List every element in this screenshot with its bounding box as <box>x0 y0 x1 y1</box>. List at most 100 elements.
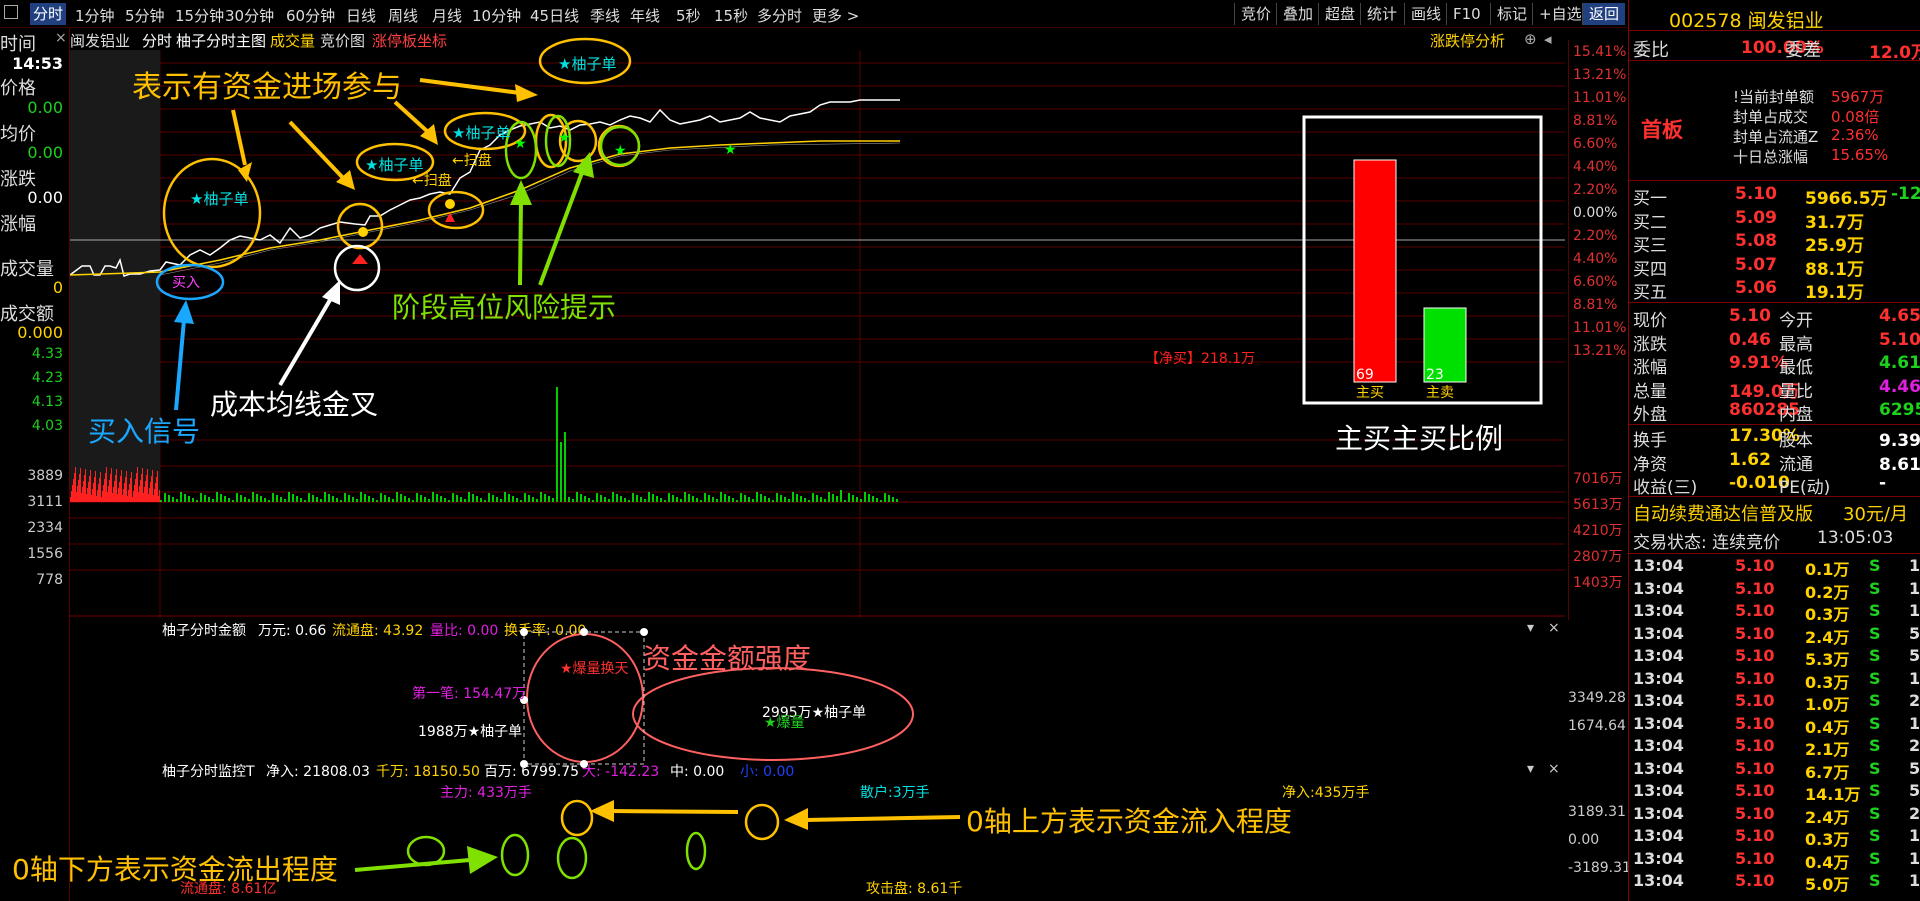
bid-vol: 88.1万 <box>1805 259 1864 280</box>
svg-text:★: ★ <box>614 143 627 159</box>
tick-v: 2.4万 <box>1805 627 1850 647</box>
tick-p: 5.10 <box>1735 646 1775 665</box>
annotation-strength: 资金金额强度 <box>643 642 812 675</box>
stock-code-name: 002578 闽发铝业 <box>1669 10 1824 32</box>
seal-label: 封单占成交 <box>1733 108 1809 126</box>
bid-label: 买一 <box>1633 189 1667 209</box>
tick-v: 0.4万 <box>1805 852 1850 872</box>
tick-row: 13:04 5.10 0.4万 S 1 <box>1629 849 1920 872</box>
seal-value: 2.36% <box>1831 126 1879 144</box>
tick-s: S <box>1869 668 1881 688</box>
tick-v: 0.3万 <box>1805 605 1850 624</box>
tick-n: 5 <box>1909 646 1920 665</box>
quote-l1: 涨幅 <box>1633 358 1667 378</box>
tick-s: S <box>1869 556 1881 575</box>
youzidan-label-3: ★柚子单 <box>452 124 511 142</box>
ad-price[interactable]: 30元/月 <box>1843 500 1908 526</box>
bid-label: 买四 <box>1633 259 1667 280</box>
tick-row: 13:04 5.10 0.3万 S 1 <box>1629 668 1920 692</box>
bid-label: 买二 <box>1633 212 1667 233</box>
buy-in-label: 买入 <box>172 275 200 291</box>
ratio-box <box>1302 115 1543 405</box>
quote-v2: 8.61亿 <box>1879 454 1920 475</box>
tick-row: 13:04 5.10 2.4万 S 5 <box>1629 623 1920 647</box>
seal-label: 十日总涨幅 <box>1733 148 1809 166</box>
tick-row: 13:04 5.10 6.7万 S 5 <box>1629 759 1920 782</box>
seal-label: !当前封单额 <box>1733 88 1815 106</box>
quote-l1: 收益(三) <box>1633 478 1698 498</box>
quote-v1: 1.62 <box>1729 449 1771 470</box>
bid-vol: 5966.5万 <box>1805 189 1888 209</box>
tick-n: 5 <box>1909 623 1920 643</box>
tick-t: 13:04 <box>1633 556 1684 575</box>
tick-row: 13:04 5.10 14.1万 S 5 <box>1629 781 1920 804</box>
big-volume-label: ★爆量换天 <box>560 661 629 677</box>
tick-p: 5.10 <box>1735 803 1775 823</box>
ad-banner[interactable]: 自动续费通达信普及版 <box>1633 500 1813 526</box>
amount-label-1: 1988万★柚子单 <box>418 724 523 740</box>
annotation-ratio: 主买主买比例 <box>1335 422 1504 455</box>
saopan-label-2: ←扫盘 <box>452 153 492 169</box>
quote-l2: 流通 <box>1779 454 1813 475</box>
tick-s: S <box>1869 578 1881 598</box>
bid-vol: 19.1万 <box>1805 283 1864 303</box>
annotation-risk: 阶段高位风险提示 <box>392 291 617 324</box>
annotation-capital-entry: 表示有资金进场参与 <box>132 70 402 105</box>
tick-v: 5.0万 <box>1805 875 1850 894</box>
seal-label: 封单占流通Z <box>1733 128 1819 146</box>
tick-row: 13:04 5.10 5.3万 S 5 <box>1629 646 1920 669</box>
tick-n: 1 <box>1909 871 1920 890</box>
tick-s: S <box>1869 646 1881 665</box>
tick-row: 13:04 5.10 2.4万 S 2 <box>1629 803 1920 827</box>
quote-panel: 002578 闽发铝业 委比 100.00% 委差 12.0万 首板 !当前封单… <box>1628 0 1920 901</box>
ratio-buy-bar-label: 主买 <box>1356 385 1384 401</box>
seal-value: 15.65% <box>1831 146 1889 164</box>
ratio-sell-bar-value: 23 <box>1426 367 1444 383</box>
bid-price: 5.07 <box>1735 254 1777 275</box>
tick-row: 13:04 5.10 1.0万 S 2 <box>1629 691 1920 714</box>
tick-p: 5.10 <box>1735 556 1775 575</box>
tick-row: 13:04 5.10 5.0万 S 1 <box>1629 871 1920 894</box>
trade-status: 交易状态: 连续竞价 <box>1633 533 1781 553</box>
quote-l1: 外盘 <box>1633 405 1667 425</box>
tick-s: S <box>1869 623 1881 643</box>
quote-l2: 股本 <box>1779 431 1813 451</box>
quote-v2: 4.61 <box>1879 353 1920 373</box>
tick-t: 13:04 <box>1633 781 1684 800</box>
bid-price: 5.06 <box>1735 278 1777 298</box>
quote-l1: 换手 <box>1633 431 1667 451</box>
bid-vol: 31.7万 <box>1805 212 1864 233</box>
tick-n: 1 <box>1909 713 1920 733</box>
quote-l1: 总量 <box>1633 381 1667 402</box>
tick-p: 5.10 <box>1735 781 1775 800</box>
tick-p: 5.10 <box>1735 623 1775 643</box>
quote-v2: 4.65 <box>1879 306 1920 326</box>
weicha-label: 委差 <box>1785 40 1821 61</box>
tick-n: 1 <box>1909 578 1920 598</box>
tick-t: 13:04 <box>1633 826 1684 845</box>
tick-v: 0.2万 <box>1805 582 1850 602</box>
tick-s: S <box>1869 781 1881 800</box>
quote-v1: 0.46 <box>1729 329 1771 350</box>
quote-l1: 涨跌 <box>1633 334 1667 355</box>
quote-l2: 量比 <box>1779 381 1813 402</box>
quote-l2: PE(动) <box>1779 478 1831 498</box>
tick-n: 1 <box>1909 668 1920 688</box>
quote-l2: 最低 <box>1779 358 1813 378</box>
tick-row: 13:04 5.10 0.2万 S 1 <box>1629 578 1920 602</box>
tick-v: 0.1万 <box>1805 560 1850 579</box>
tick-v: 0.4万 <box>1805 717 1850 737</box>
tick-t: 13:04 <box>1633 668 1684 688</box>
tick-s: S <box>1869 601 1881 620</box>
quote-l1: 现价 <box>1633 311 1667 331</box>
saopan-label-1: ←扫盘 <box>412 173 452 189</box>
tick-v: 0.3万 <box>1805 672 1850 692</box>
tick-p: 5.10 <box>1735 578 1775 598</box>
annotation-above-axis: 0轴上方表示资金流入程度 <box>966 805 1292 838</box>
bid-label: 买三 <box>1633 236 1667 256</box>
quote-v1: 5.10 <box>1729 306 1771 326</box>
weibi-label: 委比 <box>1633 40 1669 61</box>
bid-price: 5.09 <box>1735 207 1777 228</box>
tick-s: S <box>1869 691 1881 710</box>
first-trade-label: 第一笔: 154.47万 <box>412 686 527 702</box>
